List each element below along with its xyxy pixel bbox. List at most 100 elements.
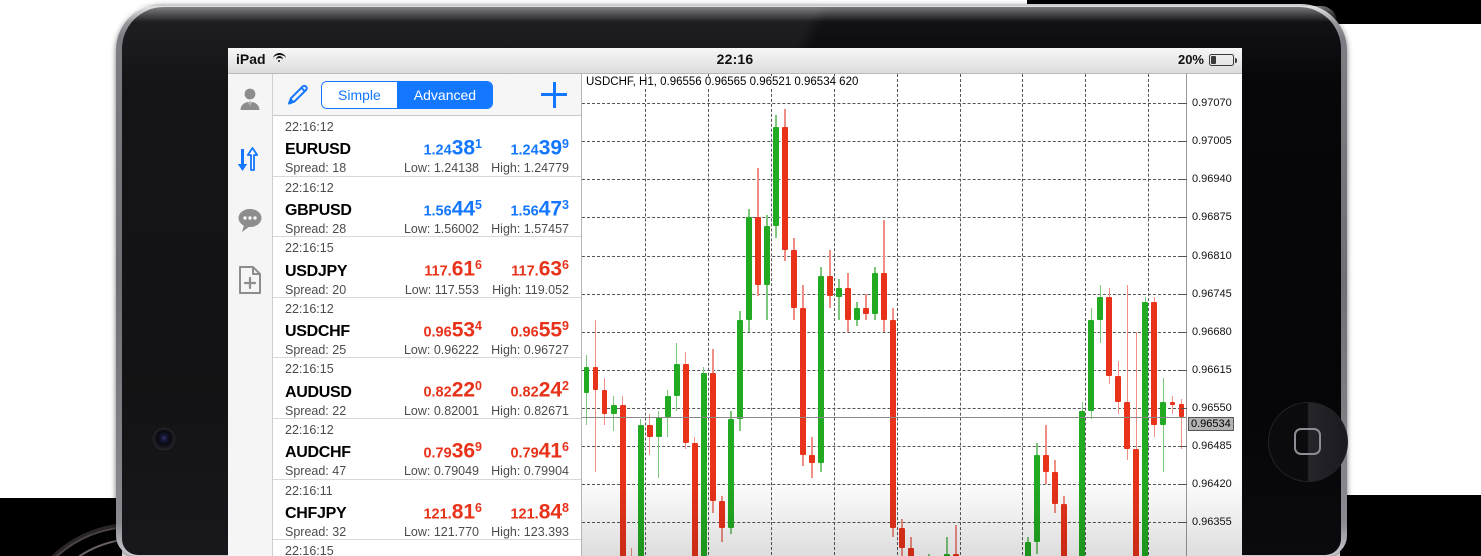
- quote-high: High: 0.96727: [485, 342, 569, 358]
- price-axis-tick: [1181, 179, 1187, 180]
- battery-percent-label: 20%: [1178, 52, 1204, 67]
- tab-advanced[interactable]: Advanced: [397, 82, 492, 108]
- candlestick: [782, 74, 788, 556]
- candlestick: [800, 74, 806, 556]
- candlestick: [674, 74, 680, 556]
- ipad-screen: iPad 22:16 20%: [228, 48, 1242, 556]
- background-left: [0, 0, 122, 498]
- chart-gridline-vertical: [834, 74, 835, 556]
- quote-time: 22:16:15: [285, 362, 569, 377]
- device-top-edge-highlight: [126, 6, 1337, 22]
- candlestick: [656, 74, 662, 556]
- table-row[interactable]: 22:16:11CHFJPY121.816121.848Spread: 32Lo…: [273, 480, 581, 541]
- candlestick: [746, 74, 752, 556]
- candlestick: [899, 74, 905, 556]
- candlestick: [962, 74, 968, 556]
- table-row[interactable]: 22:16:15USDJPY117.616117.636Spread: 20Lo…: [273, 237, 581, 298]
- candlestick: [719, 74, 725, 556]
- price-axis-tick: [1181, 484, 1187, 485]
- quote-bid: 0.96534: [395, 316, 482, 342]
- candlestick: [638, 74, 644, 556]
- candlestick: [1133, 74, 1139, 556]
- candlestick: [1061, 74, 1067, 556]
- candlestick: [809, 74, 815, 556]
- sidebar-item-chat[interactable]: [230, 200, 270, 240]
- candlestick: [647, 74, 653, 556]
- candlestick: [665, 74, 671, 556]
- table-row[interactable]: 22:16:12GBPUSD1.564451.56473Spread: 28Lo…: [273, 177, 581, 238]
- price-axis-tick-label: 0.96355: [1192, 516, 1232, 528]
- trade-arrows-icon: [235, 146, 265, 174]
- candlestick: [917, 74, 923, 556]
- battery-icon: [1209, 54, 1234, 66]
- price-axis-tick-label: 0.96940: [1192, 173, 1232, 185]
- chart-gridline-vertical: [960, 74, 961, 556]
- quote-high: High: 119.052: [485, 282, 569, 298]
- quote-symbol: GBPUSD: [285, 201, 395, 221]
- candlestick: [1142, 74, 1148, 556]
- candlestick: [728, 74, 734, 556]
- quote-low: Low: 1.24138: [395, 160, 485, 176]
- app-body: Simple Advanced 22:16:12EURUSD1.243811.2…: [228, 74, 1242, 556]
- chart-plot-area[interactable]: [582, 74, 1186, 556]
- quote-symbol: EURUSD: [285, 140, 395, 160]
- quote-high: High: 1.57457: [485, 221, 569, 237]
- candlestick: [1151, 74, 1157, 556]
- status-bar-right: 20%: [1178, 52, 1234, 67]
- pencil-icon[interactable]: [285, 82, 311, 108]
- chart-gridline-vertical: [1085, 74, 1086, 556]
- candlestick: [683, 74, 689, 556]
- table-row[interactable]: 22:16:12AUDCHF0.793690.79416Spread: 47Lo…: [273, 419, 581, 480]
- price-axis-tick: [1181, 103, 1187, 104]
- quote-time: 22:16:15: [285, 544, 569, 556]
- table-row[interactable]: 22:16:12USDCHF0.965340.96559Spread: 25Lo…: [273, 298, 581, 359]
- candlestick: [1043, 74, 1049, 556]
- quote-time: 22:16:12: [285, 181, 569, 196]
- quote-low: Low: 0.82001: [395, 403, 485, 419]
- quote-high: High: 0.79904: [485, 463, 569, 479]
- quote-symbol: AUDUSD: [285, 383, 395, 403]
- home-button[interactable]: [1268, 402, 1348, 482]
- screenshot-stage: iPad 22:16 20%: [0, 0, 1481, 556]
- front-camera-icon: [154, 429, 174, 449]
- sidebar-item-new-document[interactable]: [230, 260, 270, 300]
- candlestick: [737, 74, 743, 556]
- quote-low: Low: 1.56002: [395, 221, 485, 237]
- quote-time: 22:16:11: [285, 484, 569, 499]
- quote-time: 22:16:15: [285, 241, 569, 256]
- candlestick: [1097, 74, 1103, 556]
- quote-ask: 1.56473: [482, 195, 569, 221]
- candlestick: [620, 74, 626, 556]
- quote-symbol: AUDCHF: [285, 443, 395, 463]
- view-mode-segmented-control[interactable]: Simple Advanced: [321, 81, 493, 109]
- chart-pane[interactable]: USDCHF, H1, 0.96556 0.96565 0.96521 0.96…: [582, 74, 1242, 556]
- sidebar-item-trade[interactable]: [230, 140, 270, 180]
- candlestick: [827, 74, 833, 556]
- quote-bid: 0.82220: [395, 376, 482, 402]
- price-axis-tick-label: 0.96420: [1192, 478, 1232, 490]
- chart-gridline-vertical: [708, 74, 709, 556]
- quote-symbol: CHFJPY: [285, 504, 395, 524]
- quote-bid: 121.816: [395, 498, 482, 524]
- table-row[interactable]: 22:16:12EURUSD1.243811.24399Spread: 18Lo…: [273, 116, 581, 177]
- table-row[interactable]: 22:16:15: [273, 540, 581, 556]
- price-axis-tick: [1181, 446, 1187, 447]
- plus-icon[interactable]: [541, 82, 567, 108]
- chart-gridline-vertical: [1148, 74, 1149, 556]
- quote-bid: 1.56445: [395, 195, 482, 221]
- market-watch-toolbar: Simple Advanced: [273, 74, 581, 116]
- new-document-icon: [237, 265, 263, 295]
- quote-list[interactable]: 22:16:12EURUSD1.243811.24399Spread: 18Lo…: [273, 116, 581, 556]
- candlestick: [836, 74, 842, 556]
- tab-simple[interactable]: Simple: [322, 82, 397, 108]
- table-row[interactable]: 22:16:15AUDUSD0.822200.82242Spread: 22Lo…: [273, 358, 581, 419]
- quote-bid: 1.24381: [395, 134, 482, 160]
- quote-time: 22:16:12: [285, 302, 569, 317]
- candlestick: [818, 74, 824, 556]
- quote-high: High: 0.82671: [485, 403, 569, 419]
- sidebar-item-account[interactable]: [230, 80, 270, 120]
- quote-bid: 117.616: [395, 255, 482, 281]
- candlestick: [944, 74, 950, 556]
- price-axis-tick: [1181, 256, 1187, 257]
- price-axis-tick: [1181, 408, 1187, 409]
